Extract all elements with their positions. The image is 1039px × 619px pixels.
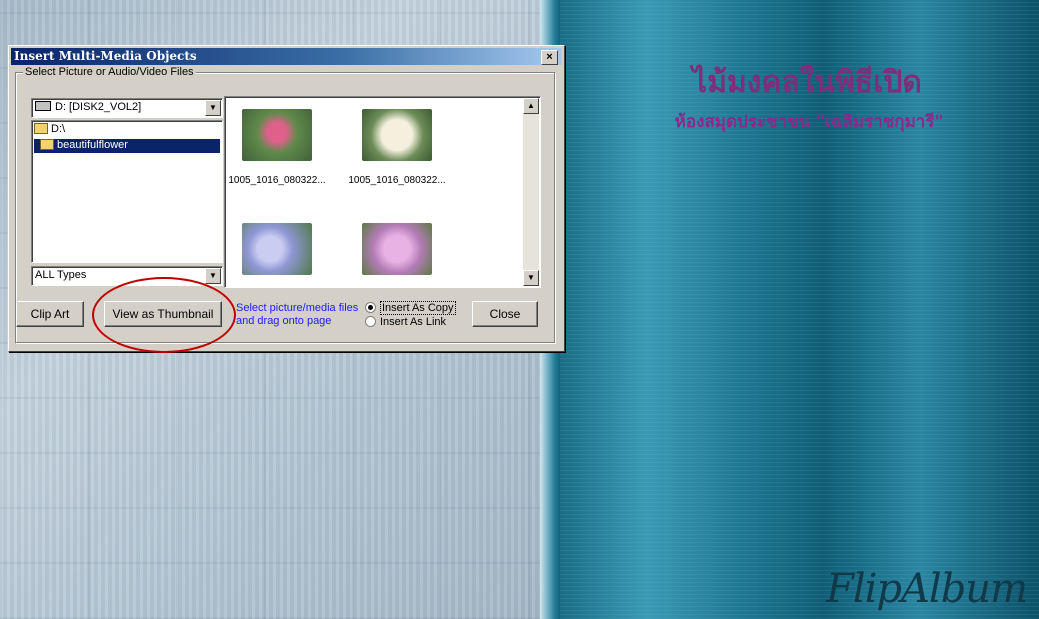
highlight-circle-annotation [92, 277, 236, 353]
file-select-group-label: Select Picture or Audio/Video Files [23, 66, 196, 78]
thumbnail-image [242, 223, 312, 275]
insert-as-link-option[interactable]: Insert As Link [365, 315, 447, 328]
directory-list[interactable]: D:\ beautifulflower [31, 120, 223, 263]
scroll-up-icon[interactable]: ▲ [523, 98, 539, 114]
dialog-title: Insert Multi-Media Objects [14, 49, 197, 63]
flipalbum-logo: FlipAlbum [826, 566, 1028, 612]
chevron-down-icon[interactable]: ▼ [205, 100, 221, 116]
thumbnail-item[interactable] [347, 223, 447, 275]
thumbnail-item[interactable]: 1005_1016_080322... [227, 109, 327, 186]
clip-art-button[interactable]: Clip Art [16, 301, 84, 327]
chevron-down-icon[interactable]: ▼ [205, 268, 221, 284]
dir-item-root[interactable]: D:\ [34, 122, 69, 137]
page-title: ไม้มงคลในพิธีเปิด [692, 65, 922, 100]
dialog-close-icon[interactable]: × [541, 50, 558, 65]
dialog-titlebar[interactable]: Insert Multi-Media Objects × [11, 48, 562, 65]
drive-label: D: [DISK2_VOL2] [55, 101, 142, 113]
drag-hint-text: Select picture/media files and drag onto… [236, 302, 359, 327]
dir-item-label: D:\ [51, 123, 66, 135]
page-subtitle: ห้องสมุดประชาชน "เฉลิมราชกุมารี" [674, 112, 944, 132]
insert-as-copy-option[interactable]: Insert As Copy [365, 301, 456, 315]
file-type-label: ALL Types [35, 269, 87, 281]
drive-icon [35, 101, 51, 112]
close-button[interactable]: Close [472, 301, 538, 327]
dir-item-label: beautifulflower [57, 139, 128, 151]
dir-item-beautifulflower[interactable]: beautifulflower [34, 138, 220, 153]
thumbnail-item[interactable] [227, 223, 327, 275]
radio-checked-icon[interactable] [365, 301, 376, 313]
scroll-down-icon[interactable]: ▼ [523, 270, 539, 286]
drive-select[interactable]: D: [DISK2_VOL2] ▼ [31, 98, 223, 118]
insert-copy-label: Insert As Copy [380, 301, 456, 315]
open-folder-icon [34, 122, 48, 134]
thumbnail-caption: 1005_1016_080322... [228, 175, 326, 186]
thumbnail-image [362, 223, 432, 275]
folder-icon [40, 138, 54, 150]
thumbnail-caption: 1005_1016_080322... [348, 175, 446, 186]
thumbnail-item[interactable]: 1005_1016_080322... [347, 109, 447, 186]
thumbnail-scrollbar[interactable]: ▲ ▼ [523, 98, 539, 286]
thumbnail-image [242, 109, 312, 161]
insert-link-label: Insert As Link [380, 316, 447, 328]
thumbnail-image [362, 109, 432, 161]
thumbnail-panel[interactable]: 1005_1016_080322... 1005_1016_080322... … [224, 96, 541, 288]
radio-unchecked-icon[interactable] [365, 315, 376, 327]
